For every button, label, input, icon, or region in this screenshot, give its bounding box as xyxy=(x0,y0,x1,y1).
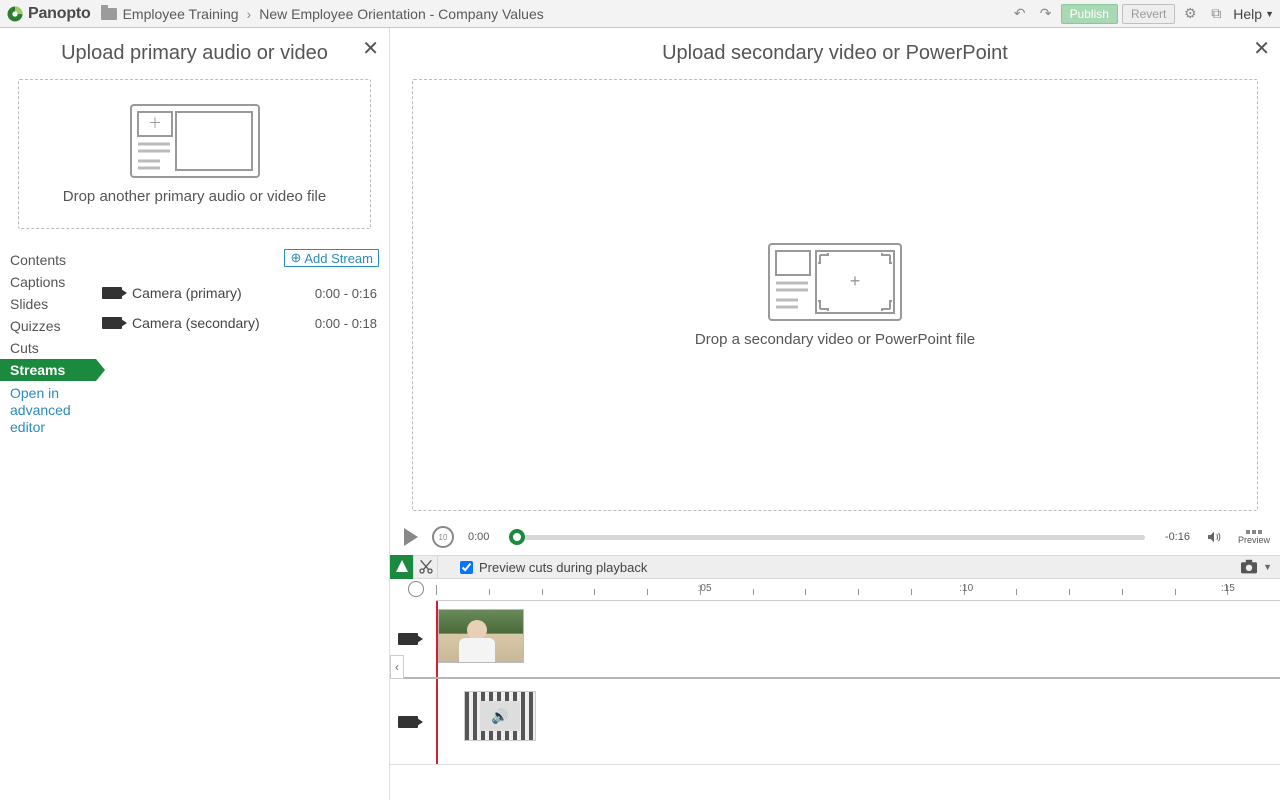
cut-tool-button[interactable] xyxy=(414,555,438,579)
breadcrumb-title[interactable]: New Employee Orientation - Company Value… xyxy=(259,6,544,22)
popout-icon[interactable]: ⧉ xyxy=(1207,5,1225,23)
seek-handle[interactable] xyxy=(509,529,525,545)
help-menu[interactable]: Help▼ xyxy=(1233,6,1274,22)
add-stream-button[interactable]: ⊕ Add Stream xyxy=(284,249,379,267)
timeline-toolbar: Preview cuts during playback ▼ xyxy=(390,555,1280,579)
collapse-tracks-button[interactable]: ‹ xyxy=(390,655,404,679)
speaker-icon: 🔊 xyxy=(480,701,520,731)
svg-text:＋: ＋ xyxy=(148,115,162,131)
ruler-label: :05 xyxy=(698,583,712,594)
chevron-down-icon: ▼ xyxy=(1265,9,1274,19)
folder-icon xyxy=(101,8,117,20)
pointer-tool-button[interactable] xyxy=(390,555,414,579)
stream-time: 0:00 - 0:16 xyxy=(315,286,377,301)
primary-upload-illustration-icon: ＋ xyxy=(130,104,260,178)
playhead[interactable] xyxy=(436,601,438,677)
breadcrumb-folder[interactable]: Employee Training xyxy=(123,6,239,22)
open-advanced-editor-link[interactable]: Open in advanced editor xyxy=(0,381,96,439)
ruler-label: :10 xyxy=(959,583,973,594)
preview-cuts-input[interactable] xyxy=(460,561,473,574)
nav-captions[interactable]: Captions xyxy=(0,271,96,293)
stream-name: Camera (secondary) xyxy=(132,315,315,331)
top-bar: Panopto Employee Training › New Employee… xyxy=(0,0,1280,28)
svg-text:+: + xyxy=(850,271,861,291)
brand-name: Panopto xyxy=(28,5,91,23)
stream-row[interactable]: Camera (secondary) 0:00 - 0:18 xyxy=(100,305,379,335)
chevron-right-icon: › xyxy=(247,6,252,22)
chevron-down-icon[interactable]: ▼ xyxy=(1263,562,1272,572)
timeline-tracks: ‹ 🔊 xyxy=(390,601,1280,765)
rewind-10-button[interactable] xyxy=(432,526,454,548)
nav-streams[interactable]: Streams xyxy=(0,359,96,381)
player-bar: 0:00 -0:16 Preview xyxy=(390,519,1280,555)
camera-icon xyxy=(398,633,418,645)
plus-circle-icon: ⊕ xyxy=(290,250,301,266)
play-button[interactable] xyxy=(404,528,418,546)
gear-icon[interactable]: ⚙ xyxy=(1181,5,1199,23)
primary-dropzone[interactable]: ＋ Drop another primary audio or video fi… xyxy=(18,79,371,229)
stream-time: 0:00 - 0:18 xyxy=(315,316,377,331)
timeline-track-primary[interactable] xyxy=(390,601,1280,679)
nav-cuts[interactable]: Cuts xyxy=(0,337,96,359)
close-primary-icon[interactable]: ✕ xyxy=(362,36,379,61)
primary-upload-header: Upload primary audio or video ✕ xyxy=(0,28,389,71)
timeline-ruler[interactable]: :05 :10 :15 xyxy=(436,579,1280,601)
remaining-time: -0:16 xyxy=(1165,531,1190,543)
camera-icon xyxy=(102,317,122,329)
secondary-upload-header: Upload secondary video or PowerPoint ✕ xyxy=(390,28,1280,71)
revert-button[interactable]: Revert xyxy=(1122,4,1175,24)
primary-drop-hint: Drop another primary audio or video file xyxy=(63,188,326,205)
clock-icon xyxy=(408,581,424,597)
timeline-track-secondary[interactable]: 🔊 xyxy=(390,679,1280,765)
camera-icon xyxy=(102,287,122,299)
camera-icon xyxy=(398,716,418,728)
panopto-logo-icon xyxy=(6,5,24,23)
nav-quizzes[interactable]: Quizzes xyxy=(0,315,96,337)
preview-toggle[interactable]: Preview xyxy=(1238,530,1270,545)
stream-row[interactable]: Camera (primary) 0:00 - 0:16 xyxy=(100,275,379,305)
secondary-drop-hint: Drop a secondary video or PowerPoint fil… xyxy=(695,331,975,348)
playhead[interactable] xyxy=(436,679,438,764)
nav-slides[interactable]: Slides xyxy=(0,293,96,315)
seek-bar[interactable] xyxy=(509,535,1144,540)
preview-cuts-checkbox[interactable]: Preview cuts during playback xyxy=(460,560,647,575)
stream-name: Camera (primary) xyxy=(132,285,315,301)
current-time: 0:00 xyxy=(468,531,489,543)
secondary-upload-illustration-icon: + xyxy=(768,243,902,321)
secondary-dropzone[interactable]: + Drop a secondary video or PowerPoint f… xyxy=(412,79,1258,511)
ruler-label: :15 xyxy=(1221,583,1235,594)
publish-button[interactable]: Publish xyxy=(1061,4,1118,24)
audio-clip-thumbnail[interactable]: 🔊 xyxy=(464,691,536,741)
volume-icon[interactable] xyxy=(1204,529,1224,545)
grid-icon xyxy=(1246,530,1262,534)
video-clip-thumbnail[interactable] xyxy=(438,609,524,663)
redo-icon[interactable]: ↷ xyxy=(1037,5,1055,23)
nav-contents[interactable]: Contents xyxy=(0,249,96,271)
close-secondary-icon[interactable]: ✕ xyxy=(1253,36,1270,61)
undo-icon[interactable]: ↶ xyxy=(1011,5,1029,23)
snapshot-icon[interactable] xyxy=(1239,559,1259,575)
side-nav: Contents Captions Slides Quizzes Cuts St… xyxy=(0,243,96,439)
